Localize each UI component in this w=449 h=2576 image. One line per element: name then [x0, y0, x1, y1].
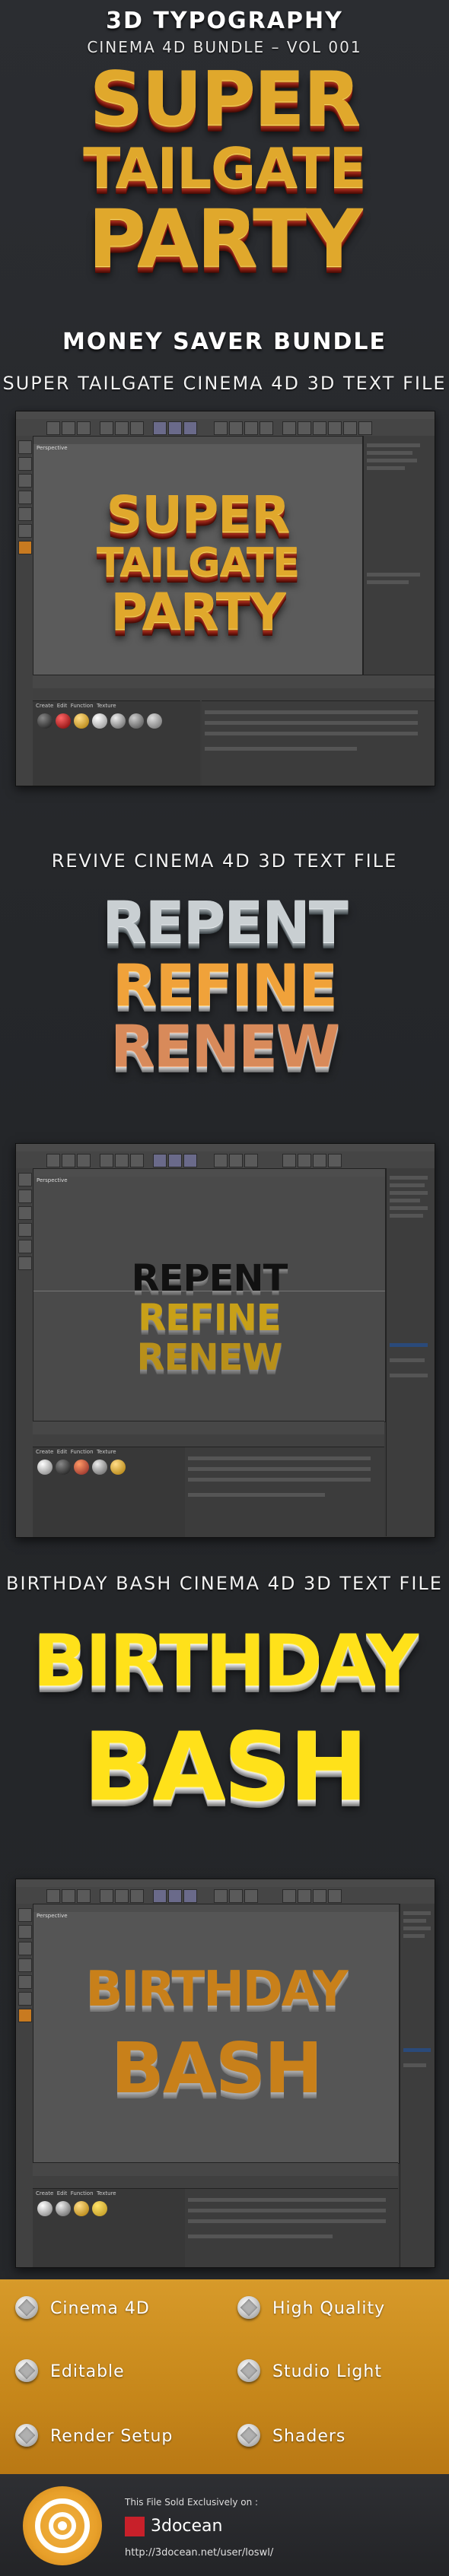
revive-word-1: REPENT [102, 888, 349, 956]
c4d-coordinates-panel [185, 1447, 384, 1537]
viewport-label: Perspective [37, 1913, 68, 1919]
mat-tab-texture[interactable]: Texture [97, 2190, 116, 2196]
feature-label: High Quality [272, 2299, 386, 2318]
viewport-word-1: BIRTHDAY [85, 1961, 348, 2018]
viewport-label: Perspective [37, 445, 68, 451]
c4d-viewport: Perspective REPENT REFINE RENEW [33, 1168, 386, 1422]
mat-tab-edit[interactable]: Edit [57, 703, 68, 709]
birthday-word-2: BASH [83, 1713, 368, 1822]
hero-line-1: SUPER [89, 56, 361, 143]
features-bar: Cinema 4D High Quality Editable Studio L… [0, 2279, 449, 2474]
revive-word-2: REFINE [112, 951, 338, 1019]
viewport-word-2: TAILGATE [96, 540, 300, 586]
promo-page: 3D TYPOGRAPHY CINEMA 4D BUNDLE – VOL 001… [0, 0, 449, 2576]
mat-tab-function[interactable]: Function [71, 2190, 94, 2196]
mat-tab-function[interactable]: Function [71, 1449, 94, 1455]
diamond-icon [237, 2359, 260, 2382]
viewport-word-2: BASH [110, 2028, 323, 2109]
page-title: 3D TYPOGRAPHY [106, 8, 343, 34]
diamond-icon [15, 2424, 38, 2447]
viewport-word-2: REFINE [138, 1297, 281, 1339]
feature-label: Cinema 4D [50, 2299, 150, 2318]
c4d-transport [33, 688, 435, 700]
c4d-screenshot-birthday-bash: Perspective BIRTHDAY BASH Create Edit Fu… [15, 1879, 435, 2268]
c4d-object-panel [400, 1904, 435, 2267]
mat-tab-function[interactable]: Function [71, 703, 94, 709]
marketplace-name: 3docean [151, 2517, 223, 2536]
c4d-viewport: Perspective BIRTHDAY BASH [33, 1904, 400, 2164]
mat-tab-create[interactable]: Create [36, 1449, 53, 1455]
mat-tab-edit[interactable]: Edit [57, 1449, 68, 1455]
feature-label: Editable [50, 2362, 125, 2381]
footer: This File Sold Exclusively on : 3docean … [0, 2474, 449, 2576]
viewport-word-3: RENEW [136, 1336, 283, 1379]
c4d-screenshot-super-tailgate: Perspective SUPER TAILGATE PARTY Create … [15, 411, 435, 786]
sold-exclusively-text: This File Sold Exclusively on : [125, 2497, 259, 2508]
mat-tab-texture[interactable]: Texture [97, 1449, 116, 1455]
diamond-icon [15, 2296, 38, 2319]
c4d-material-panel: Create Edit Function Texture [33, 700, 200, 786]
author-logo [23, 2486, 102, 2565]
revive-word-3: RENEW [110, 1012, 340, 1080]
mat-tab-create[interactable]: Create [36, 2190, 53, 2196]
birthday-word-1: BIRTHDAY [33, 1620, 418, 1703]
diamond-icon [15, 2359, 38, 2382]
c4d-toolbar [16, 419, 435, 437]
viewport-word-1: REPENT [131, 1257, 288, 1300]
c4d-material-panel: Create Edit Function Texture [33, 1447, 185, 1537]
diamond-icon [237, 2296, 260, 2319]
feature-label: Shaders [272, 2427, 346, 2446]
c4d-timeline [33, 675, 435, 689]
mat-tab-texture[interactable]: Texture [97, 703, 116, 709]
c4d-left-tools [16, 436, 33, 786]
section-title-super-tailgate: SUPER TAILGATE CINEMA 4D 3D TEXT FILE [2, 373, 447, 394]
mat-tab-create[interactable]: Create [36, 703, 53, 709]
3docean-logo-icon [125, 2517, 145, 2536]
c4d-coordinates-panel [202, 700, 435, 786]
diamond-icon [237, 2424, 260, 2447]
hero-line-3: PARTY [88, 192, 363, 285]
page-subtitle: CINEMA 4D BUNDLE – VOL 001 [87, 38, 362, 56]
viewport-label: Perspective [37, 1177, 68, 1183]
c4d-screenshot-revive: Perspective REPENT REFINE RENEW Create E… [15, 1143, 435, 1538]
c4d-object-panel [363, 436, 435, 675]
bundle-banner: MONEY SAVER BUNDLE [62, 329, 387, 355]
c4d-viewport: Perspective SUPER TAILGATE PARTY [33, 436, 363, 676]
c4d-material-panel: Create Edit Function Texture [33, 2188, 185, 2267]
viewport-word-3: PARTY [110, 583, 285, 641]
author-url-link[interactable]: http://3docean.net/user/loswl/ [125, 2547, 273, 2559]
feature-label: Render Setup [50, 2427, 174, 2446]
viewport-word-1: SUPER [106, 485, 290, 544]
c4d-object-panel [386, 1168, 435, 1536]
feature-label: Studio Light [272, 2362, 382, 2381]
c4d-coordinates-panel [185, 2188, 398, 2267]
mat-tab-edit[interactable]: Edit [57, 2190, 68, 2196]
hero-line-2: TAILGATE [83, 136, 366, 200]
section-title-revive: REVIVE CINEMA 4D 3D TEXT FILE [51, 850, 398, 872]
section-title-birthday-bash: BIRTHDAY BASH CINEMA 4D 3D TEXT FILE [6, 1573, 443, 1594]
